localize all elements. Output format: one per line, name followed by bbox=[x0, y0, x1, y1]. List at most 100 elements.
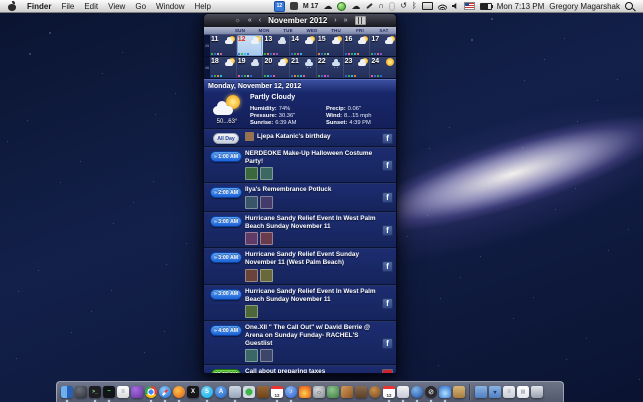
facebook-icon[interactable]: f bbox=[382, 192, 393, 204]
cloud-status-icon[interactable] bbox=[323, 2, 332, 11]
menu-window[interactable]: Window bbox=[151, 2, 189, 11]
preview-dock-icon[interactable] bbox=[229, 386, 241, 402]
downloads-dock-icon[interactable]: ▾ bbox=[489, 386, 501, 398]
calendar-day-18[interactable]: 18 bbox=[210, 57, 237, 78]
bluetooth-icon[interactable] bbox=[412, 2, 417, 10]
system-preferences-dock-icon[interactable]: ☼ bbox=[313, 386, 325, 398]
facetime-dock-icon[interactable] bbox=[243, 386, 255, 398]
green-app-dock-icon[interactable] bbox=[327, 386, 339, 398]
messages-status[interactable]: M 17 bbox=[303, 3, 319, 10]
purple-app-dock-icon[interactable] bbox=[131, 386, 143, 398]
flame-app-dock-icon[interactable] bbox=[439, 386, 451, 402]
prev-year-button[interactable]: « bbox=[248, 17, 252, 24]
menu-clock[interactable]: Mon 7:13 PM bbox=[497, 2, 545, 11]
x-app-dock-icon[interactable]: X bbox=[187, 386, 199, 398]
finder-dock-icon[interactable] bbox=[61, 386, 73, 402]
calendar-day-16[interactable]: 16 bbox=[343, 35, 371, 56]
calendar2-dock-icon[interactable]: 12 bbox=[383, 386, 395, 402]
ical-menu-icon[interactable]: 12 bbox=[273, 0, 285, 12]
chrome-dock-icon[interactable] bbox=[145, 386, 157, 402]
menu-edit[interactable]: Edit bbox=[79, 2, 103, 11]
skype-dock-icon[interactable]: S bbox=[201, 386, 213, 402]
calendar-day-21[interactable]: 21 bbox=[290, 57, 317, 78]
globe-app-dock-icon[interactable] bbox=[411, 386, 423, 402]
calendar-day-12[interactable]: 12 bbox=[236, 35, 264, 56]
menu-help[interactable]: Help bbox=[189, 2, 215, 11]
facebook-icon[interactable]: f bbox=[382, 224, 393, 236]
view-toggle-icon[interactable] bbox=[354, 16, 366, 25]
apple-menu-icon[interactable] bbox=[8, 0, 16, 11]
settings-gear-icon[interactable] bbox=[234, 17, 240, 24]
event-row[interactable]: » 3:00 AM Hurricane Sandy Relief Event In… bbox=[204, 284, 396, 322]
mic-status-icon[interactable] bbox=[389, 1, 396, 11]
itunes-dock-icon[interactable]: ♪ bbox=[285, 386, 297, 402]
ical-dock-icon[interactable]: 12 bbox=[271, 386, 283, 402]
facebook-icon[interactable]: f bbox=[382, 337, 393, 349]
calendar-day-24[interactable]: 24 bbox=[370, 57, 396, 78]
calendar-day-20[interactable]: 20 bbox=[263, 57, 291, 78]
calendar-day-19[interactable]: 19 bbox=[236, 57, 264, 78]
sync-status-icon[interactable] bbox=[289, 2, 298, 10]
app-store-dock-icon[interactable]: A bbox=[215, 386, 227, 398]
next-month-button[interactable]: › bbox=[334, 17, 336, 24]
facebook-icon[interactable]: f bbox=[382, 297, 393, 309]
facebook-icon[interactable]: f bbox=[382, 261, 393, 273]
event-thumbnails bbox=[245, 196, 378, 210]
next-year-button[interactable]: » bbox=[344, 17, 348, 24]
calendar-day-22[interactable]: 22 bbox=[316, 57, 344, 78]
calendar-day-23[interactable]: 23 bbox=[343, 57, 371, 78]
menu-finder[interactable]: Finder bbox=[22, 2, 56, 11]
folder-dock-icon[interactable] bbox=[475, 386, 487, 398]
trash-dock-icon[interactable] bbox=[531, 386, 543, 398]
weekday-row: SUN MON TUE WED THU FRI SAT bbox=[204, 27, 396, 35]
event-row[interactable]: » 1:00 AM NERDEOKE Make-Up Halloween Cost… bbox=[204, 147, 396, 184]
terminal-dock-icon[interactable]: >_ bbox=[89, 386, 101, 402]
calendar-day-17[interactable]: 17 bbox=[370, 35, 396, 56]
event-row[interactable]: » 3:00 AM Hurricane Sandy Relief Event In… bbox=[204, 212, 396, 249]
battery-icon[interactable] bbox=[479, 2, 493, 10]
wifi-icon[interactable] bbox=[437, 2, 447, 10]
calendar-day-14[interactable]: 14 bbox=[290, 35, 317, 56]
menu-file[interactable]: File bbox=[56, 2, 79, 11]
garageband-dock-icon[interactable] bbox=[369, 386, 381, 398]
paint-app-dock-icon[interactable] bbox=[397, 386, 409, 402]
cloud-sync-icon[interactable] bbox=[351, 2, 360, 11]
star bbox=[16, 358, 17, 359]
availability-status-icon[interactable] bbox=[337, 1, 347, 11]
event-row[interactable]: All Day Ljepa Katanic's birthday f bbox=[204, 129, 396, 147]
notes-dock-icon[interactable]: ≡ bbox=[117, 386, 129, 398]
firefox-dock-icon[interactable] bbox=[173, 386, 185, 402]
menu-view[interactable]: View bbox=[103, 2, 130, 11]
event-row[interactable]: » 4:00 AM One.XII " The Call Out" w/ Davi… bbox=[204, 321, 396, 366]
documents-stack-dock-icon[interactable]: ≡ bbox=[503, 386, 515, 398]
calendar-day-13[interactable]: 13 bbox=[263, 35, 291, 56]
activity-monitor-dock-icon[interactable]: ~ bbox=[103, 386, 115, 402]
blocked-app-dock-icon[interactable]: ⊘ bbox=[425, 386, 437, 402]
contacts-dock-icon[interactable] bbox=[257, 386, 269, 398]
dashboard-dock-icon[interactable] bbox=[75, 386, 87, 398]
time-machine-icon[interactable] bbox=[400, 2, 407, 10]
wrench-status-icon[interactable] bbox=[365, 2, 373, 10]
calendar-day-11[interactable]: 11 bbox=[210, 35, 237, 56]
user-menu[interactable]: Gregory Magarshak bbox=[549, 2, 620, 11]
event-row[interactable]: » 2:00 AM Ilya's Remembrance Potluck f bbox=[204, 183, 396, 213]
package-app-dock-icon[interactable] bbox=[453, 386, 465, 398]
event-title: Ljepa Katanic's birthday bbox=[257, 132, 331, 140]
volume-icon[interactable] bbox=[451, 2, 457, 10]
keyboard-flag-icon[interactable] bbox=[463, 2, 475, 10]
spotlight-icon[interactable] bbox=[625, 2, 633, 10]
design-app-dock-icon[interactable] bbox=[341, 386, 353, 398]
calendar-day-15[interactable]: 15 bbox=[316, 35, 344, 56]
safari-dock-icon[interactable] bbox=[159, 386, 171, 402]
prev-month-button[interactable]: ‹ bbox=[259, 17, 261, 24]
toolbox-dock-icon[interactable] bbox=[355, 386, 367, 398]
fire-app-dock-icon[interactable] bbox=[299, 386, 311, 398]
event-row[interactable]: » 3:00 AM Hurricane Sandy Relief Event Su… bbox=[204, 248, 396, 285]
event-row[interactable]: 10:00 AMCall about preparing taxes bbox=[204, 365, 396, 373]
displays-icon[interactable] bbox=[421, 2, 433, 10]
headphones-status-icon[interactable] bbox=[378, 2, 384, 10]
text-document-dock-icon[interactable]: ▤ bbox=[517, 386, 529, 398]
facebook-icon[interactable]: f bbox=[382, 159, 393, 171]
menu-go[interactable]: Go bbox=[130, 2, 151, 11]
facebook-icon[interactable]: f bbox=[382, 132, 393, 144]
